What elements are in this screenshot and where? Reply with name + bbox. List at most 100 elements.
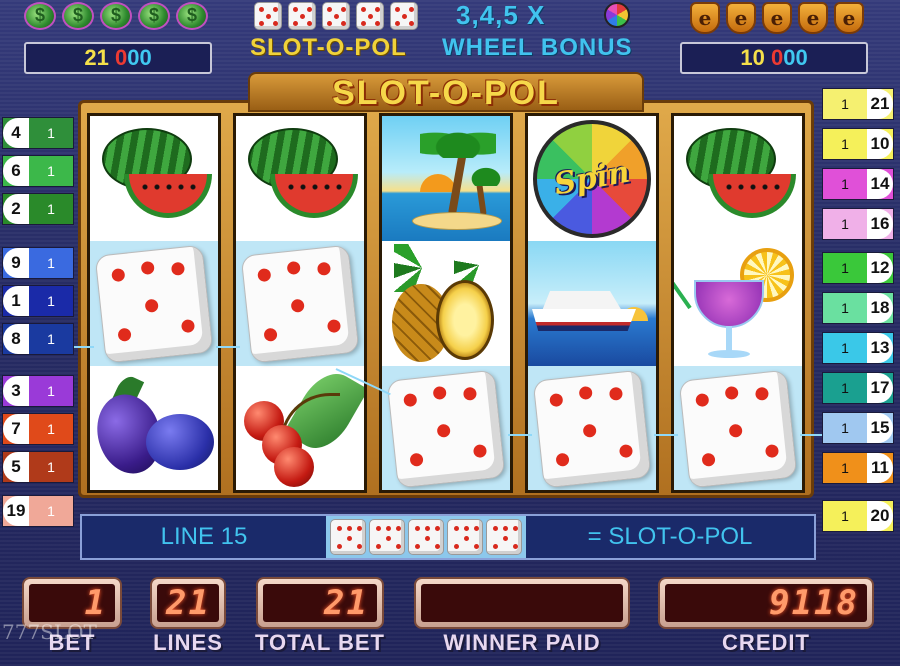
- line-indicator-1[interactable]: 11: [2, 285, 74, 317]
- line-indicator-16[interactable]: 16 1: [822, 208, 894, 240]
- line-indicator-5[interactable]: 51: [2, 451, 74, 483]
- dice-icon: [254, 2, 282, 30]
- line-number: 14: [867, 169, 893, 199]
- spin-label: Spin: [551, 154, 633, 203]
- line-number: 11: [867, 453, 893, 483]
- shield-e-icon: [762, 2, 792, 34]
- line-indicator-20[interactable]: 20 1: [822, 500, 894, 532]
- multiplier-text: 3,4,5 X: [456, 0, 546, 30]
- line-indicator-21[interactable]: 21 1: [822, 88, 894, 120]
- line-bet: 1: [47, 163, 55, 179]
- line-bet: 1: [47, 459, 55, 475]
- symbol-plum: [90, 366, 218, 490]
- line-number: 4: [3, 118, 29, 148]
- line-number: 17: [867, 373, 893, 403]
- money-icon: [24, 2, 56, 30]
- line-bet: 1: [841, 508, 849, 524]
- dice-icon: [330, 519, 366, 555]
- line-indicator-18[interactable]: 18 1: [822, 292, 894, 324]
- win-result-text: = SLOT-O-POL: [587, 523, 753, 550]
- line-bet: 1: [841, 380, 849, 396]
- line-number: 10: [867, 129, 893, 159]
- dice-icons-group: [254, 2, 418, 34]
- line-number: 7: [3, 414, 29, 444]
- line-indicator-14[interactable]: 14 1: [822, 168, 894, 200]
- symbol-cocktail: [674, 241, 802, 366]
- symbol-dice: [90, 241, 218, 366]
- shield-e-icon: [690, 2, 720, 34]
- dice-icon: [356, 2, 384, 30]
- dice-icon: [447, 519, 483, 555]
- line-indicator-3[interactable]: 31: [2, 375, 74, 407]
- game-logo: SLOT-O-POL: [248, 72, 644, 112]
- line-number: 16: [867, 209, 893, 239]
- total-bet-label: TOTAL BET: [255, 630, 385, 655]
- line-bet: 1: [47, 125, 55, 141]
- reel-5: [671, 113, 805, 493]
- watermark: 777SLOT: [2, 620, 97, 644]
- line-indicator-9[interactable]: 91: [2, 247, 74, 279]
- jackpot-digit: 1: [96, 45, 109, 70]
- win-combination: [326, 516, 526, 558]
- symbol-cherry: [236, 362, 364, 490]
- symbol-watermelon: [674, 116, 802, 241]
- lines-meter[interactable]: 21: [150, 577, 226, 629]
- reel-4: Spin: [525, 113, 659, 493]
- payline-segment: [654, 434, 678, 436]
- line-bet: 1: [841, 136, 849, 152]
- line-number: 5: [3, 452, 29, 482]
- line-number: 20: [867, 501, 893, 531]
- lines-label[interactable]: LINES: [140, 630, 236, 656]
- line-bet: 1: [47, 503, 55, 519]
- line-indicator-17[interactable]: 17 1: [822, 372, 894, 404]
- credit-value: 9118: [665, 583, 867, 623]
- jackpot-digit: 0: [114, 45, 128, 70]
- line-indicator-4[interactable]: 41: [2, 117, 74, 149]
- line-number: 21: [867, 89, 893, 119]
- total-bet-meter: 21: [256, 577, 384, 629]
- symbol-dice: [382, 366, 510, 490]
- line-bet: 1: [47, 255, 55, 271]
- jackpot-digit: 0: [127, 45, 140, 70]
- left-jackpot-display: 21 000: [24, 42, 212, 74]
- shield-e-icon: [726, 2, 756, 34]
- payline-segment: [508, 434, 532, 436]
- line-number: 6: [3, 156, 29, 186]
- line-indicator-15[interactable]: 15 1: [822, 412, 894, 444]
- credit-label: CREDIT: [722, 630, 810, 655]
- symbol-watermelon: [236, 116, 364, 241]
- line-indicator-8[interactable]: 81: [2, 323, 74, 355]
- line-number: 2: [3, 194, 29, 224]
- winner-paid-meter: [414, 577, 630, 629]
- winner-paid-label: WINNER PAID: [443, 630, 601, 655]
- line-bet: 1: [47, 293, 55, 309]
- line-number: 13: [867, 333, 893, 363]
- line-number: 19: [3, 496, 29, 526]
- dice-icon: [288, 2, 316, 30]
- line-bet: 1: [47, 201, 55, 217]
- line-bet: 1: [841, 96, 849, 112]
- line-indicator-19[interactable]: 19 1: [2, 495, 74, 527]
- game-logo-text: SLOT-O-POL: [332, 74, 560, 112]
- shield-e-icon: [798, 2, 828, 34]
- header-title-left: SLOT-O-POL: [250, 34, 407, 61]
- line-indicator-2[interactable]: 21: [2, 193, 74, 225]
- line-number: 15: [867, 413, 893, 443]
- symbol-dice: [236, 241, 364, 366]
- line-number: 8: [3, 324, 29, 354]
- line-indicator-10[interactable]: 10 1: [822, 128, 894, 160]
- symbol-pineapple: [382, 241, 510, 366]
- reels-frame: Spin: [78, 100, 814, 498]
- line-indicator-11[interactable]: 11 1: [822, 452, 894, 484]
- line-bet: 1: [841, 216, 849, 232]
- line-number: 9: [3, 248, 29, 278]
- symbol-watermelon: [90, 116, 218, 241]
- right-jackpot-display: 10 000: [680, 42, 868, 74]
- win-status-bar: LINE 15 = SLOT-O-POL: [80, 514, 816, 560]
- line-indicator-7[interactable]: 71: [2, 413, 74, 445]
- dice-icon: [390, 2, 418, 30]
- line-indicator-6[interactable]: 61: [2, 155, 74, 187]
- line-indicator-13[interactable]: 13 1: [822, 332, 894, 364]
- dice-icon: [408, 519, 444, 555]
- line-indicator-12[interactable]: 12 1: [822, 252, 894, 284]
